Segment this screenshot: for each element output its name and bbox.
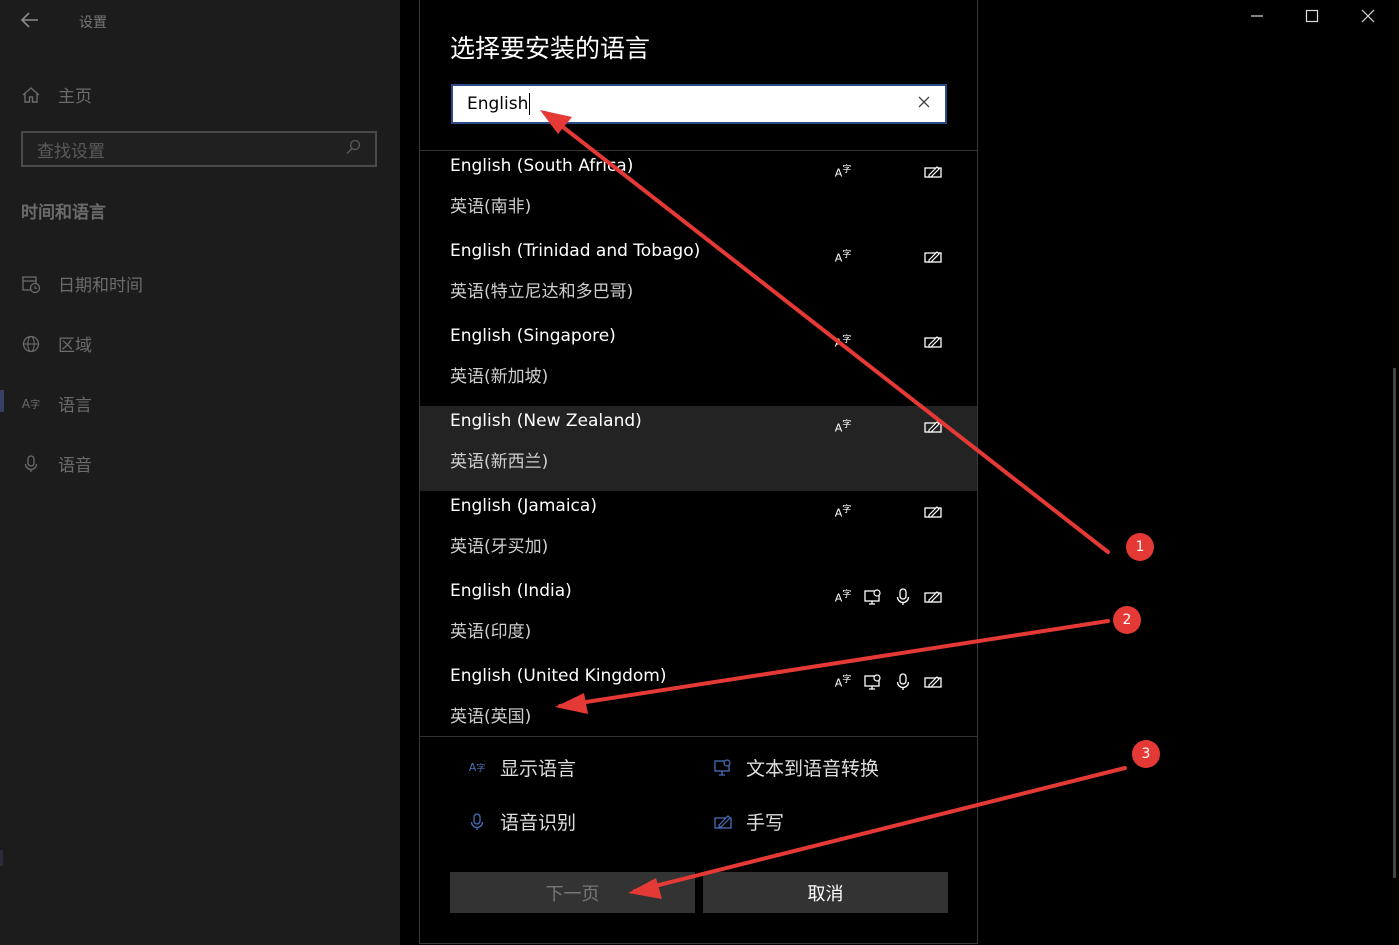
annotation-arrowhead-2 [555,693,588,714]
annotation-badge-3: 3 [1132,740,1160,768]
annotation-badge-1: 1 [1126,533,1154,561]
annotation-arrow-3 [633,766,1127,893]
annotation-arrow-2 [558,619,1110,708]
annotation-arrows [540,110,1127,899]
annotation-arrowhead-3 [628,878,662,899]
annotation-badge-2: 2 [1113,606,1141,634]
annotation-arrow-1 [543,111,1110,554]
